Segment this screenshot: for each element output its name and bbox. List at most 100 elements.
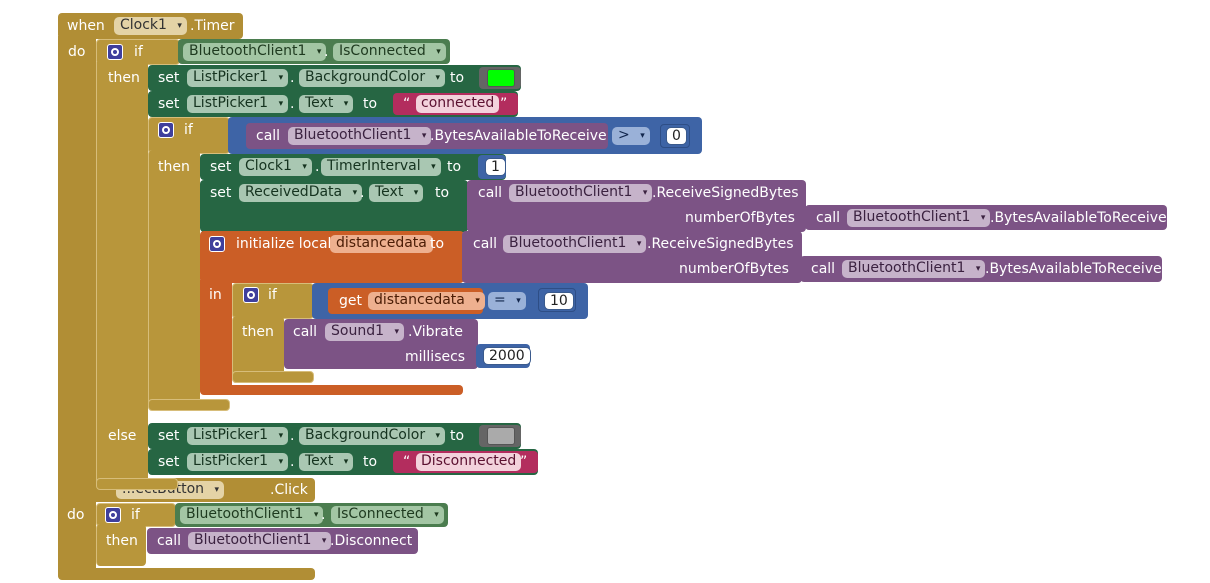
- when-label: when: [67, 18, 105, 34]
- event2-do-label: do: [67, 507, 85, 523]
- dot-label: .: [321, 507, 326, 523]
- to-label: to: [447, 159, 462, 175]
- bluetooth-component-dropdown[interactable]: BluetoothClient1 ▾: [503, 235, 647, 253]
- ten-number-field[interactable]: 10: [544, 292, 574, 310]
- open-quote: “: [403, 454, 411, 470]
- timer-interval-property-dropdown[interactable]: TimerInterval ▾: [321, 158, 441, 176]
- gray-color-swatch[interactable]: [487, 427, 515, 445]
- set-label: set: [158, 96, 180, 112]
- to-label: to: [363, 96, 378, 112]
- open-quote: “: [403, 96, 411, 112]
- bgcolor-property-dropdown[interactable]: BackgroundColor ▾: [299, 427, 446, 445]
- in-label: in: [209, 287, 222, 303]
- bluetooth-component-dropdown[interactable]: BluetoothClient1 ▾: [509, 184, 653, 202]
- dot-label: .: [290, 70, 295, 86]
- call-label: call: [816, 210, 841, 226]
- if-label: if: [134, 44, 143, 60]
- sound-component-dropdown[interactable]: Sound1 ▾: [325, 323, 404, 341]
- inner-if-spine: [148, 150, 200, 410]
- compare-operator-dropdown[interactable]: > ▾: [612, 127, 650, 145]
- number-of-bytes-label: numberOfBytes: [685, 210, 795, 226]
- bytes-available-method-label: .BytesAvailableToReceive: [985, 261, 1162, 277]
- then-label: then: [108, 70, 140, 86]
- bluetooth-component-dropdown[interactable]: BluetoothClient1 ▾: [180, 506, 324, 524]
- click-event-label: .Click: [270, 482, 308, 498]
- millisecs-label: millisecs: [405, 349, 466, 365]
- text-property-dropdown[interactable]: Text ▾: [299, 95, 354, 113]
- zero-number-field[interactable]: 0: [666, 127, 687, 145]
- then-label: then: [242, 324, 274, 340]
- bluetooth-component-dropdown[interactable]: BluetoothClient1 ▾: [842, 260, 986, 278]
- millisecs-number-field[interactable]: 2000: [483, 347, 531, 365]
- bluetooth-component-dropdown[interactable]: BluetoothClient1 ▾: [183, 43, 327, 61]
- disconnected-text-field[interactable]: Disconnected: [416, 453, 522, 471]
- is-connected-property-dropdown[interactable]: IsConnected ▾: [331, 506, 444, 524]
- gear-icon[interactable]: [107, 44, 123, 60]
- is-connected-property-dropdown[interactable]: IsConnected ▾: [333, 43, 446, 61]
- dot-label: .: [315, 159, 320, 175]
- gear-icon[interactable]: [243, 287, 259, 303]
- received-data-component-dropdown[interactable]: ReceivedData ▾: [239, 184, 363, 202]
- receive-signed-bytes-method-label: .ReceiveSignedBytes: [652, 185, 799, 201]
- bluetooth-component-dropdown[interactable]: BluetoothClient1 ▾: [188, 532, 332, 550]
- call-label: call: [293, 324, 318, 340]
- event1-body-spine: [58, 36, 96, 499]
- number-of-bytes-label: numberOfBytes: [679, 261, 789, 277]
- gear-icon[interactable]: [209, 236, 225, 252]
- clock-component-dropdown[interactable]: Clock1 ▾: [239, 158, 312, 176]
- set-label: set: [210, 185, 232, 201]
- then-label: then: [106, 533, 138, 549]
- if-else-bottom-bar: [96, 478, 178, 490]
- listpicker-component-dropdown[interactable]: ListPicker1 ▾: [187, 95, 289, 113]
- to-label: to: [450, 428, 465, 444]
- text-property-dropdown[interactable]: Text ▾: [369, 184, 424, 202]
- bluetooth-component-dropdown[interactable]: BluetoothClient1 ▾: [288, 127, 432, 145]
- vibrate-if-bottom-bar: [232, 371, 314, 383]
- call-label: call: [811, 261, 836, 277]
- get-variable-dropdown[interactable]: distancedata ▾: [368, 292, 485, 310]
- disconnect-method-label: .Disconnect: [330, 533, 413, 549]
- set-label: set: [158, 454, 180, 470]
- call-label: call: [478, 185, 503, 201]
- set-label: set: [158, 428, 180, 444]
- get-label: get: [339, 293, 362, 309]
- if-else-spine: [96, 62, 148, 487]
- call-label: call: [256, 128, 281, 144]
- listpicker-component-dropdown[interactable]: ListPicker1 ▾: [187, 453, 289, 471]
- local-variable-name-field[interactable]: distancedata: [330, 235, 433, 253]
- do-label: do: [68, 44, 86, 60]
- dot-label: .: [290, 454, 295, 470]
- vibrate-method-label: .Vibrate: [408, 324, 463, 340]
- event2-bottom-bar: [58, 568, 315, 580]
- bytes-available-method-label: .BytesAvailableToReceive: [430, 128, 607, 144]
- dot-label: .: [290, 428, 295, 444]
- bgcolor-property-dropdown[interactable]: BackgroundColor ▾: [299, 69, 446, 87]
- connected-text-field[interactable]: connected: [416, 95, 500, 113]
- inner-if-bottom-bar: [148, 399, 230, 411]
- clock-component-dropdown[interactable]: Clock1 ▾: [114, 17, 187, 35]
- to-label: to: [450, 70, 465, 86]
- compare-operator-dropdown[interactable]: = ▾: [488, 292, 526, 310]
- dot-label: .: [324, 44, 329, 60]
- gear-icon[interactable]: [105, 507, 121, 523]
- to-label: to: [430, 236, 445, 252]
- listpicker-component-dropdown[interactable]: ListPicker1 ▾: [187, 427, 289, 445]
- if-label: if: [268, 287, 277, 303]
- dot-label: .: [290, 96, 295, 112]
- if-label: if: [184, 122, 193, 138]
- to-label: to: [435, 185, 450, 201]
- bluetooth-component-dropdown[interactable]: BluetoothClient1 ▾: [847, 209, 991, 227]
- close-quote: ”: [500, 96, 508, 112]
- text-property-dropdown[interactable]: Text ▾: [299, 453, 354, 471]
- initialize-local-bottom-bar: [200, 385, 463, 395]
- green-color-swatch[interactable]: [487, 69, 515, 87]
- listpicker-component-dropdown[interactable]: ListPicker1 ▾: [187, 69, 289, 87]
- set-label: set: [158, 70, 180, 86]
- to-label: to: [363, 454, 378, 470]
- timer-event-label: .Timer: [190, 18, 235, 34]
- dot-label: .: [360, 185, 365, 201]
- bytes-available-method-label: .BytesAvailableToReceive: [990, 210, 1167, 226]
- gear-icon[interactable]: [158, 122, 174, 138]
- initialize-local-label: initialize local: [236, 236, 332, 252]
- one-number-field[interactable]: 1: [485, 158, 506, 176]
